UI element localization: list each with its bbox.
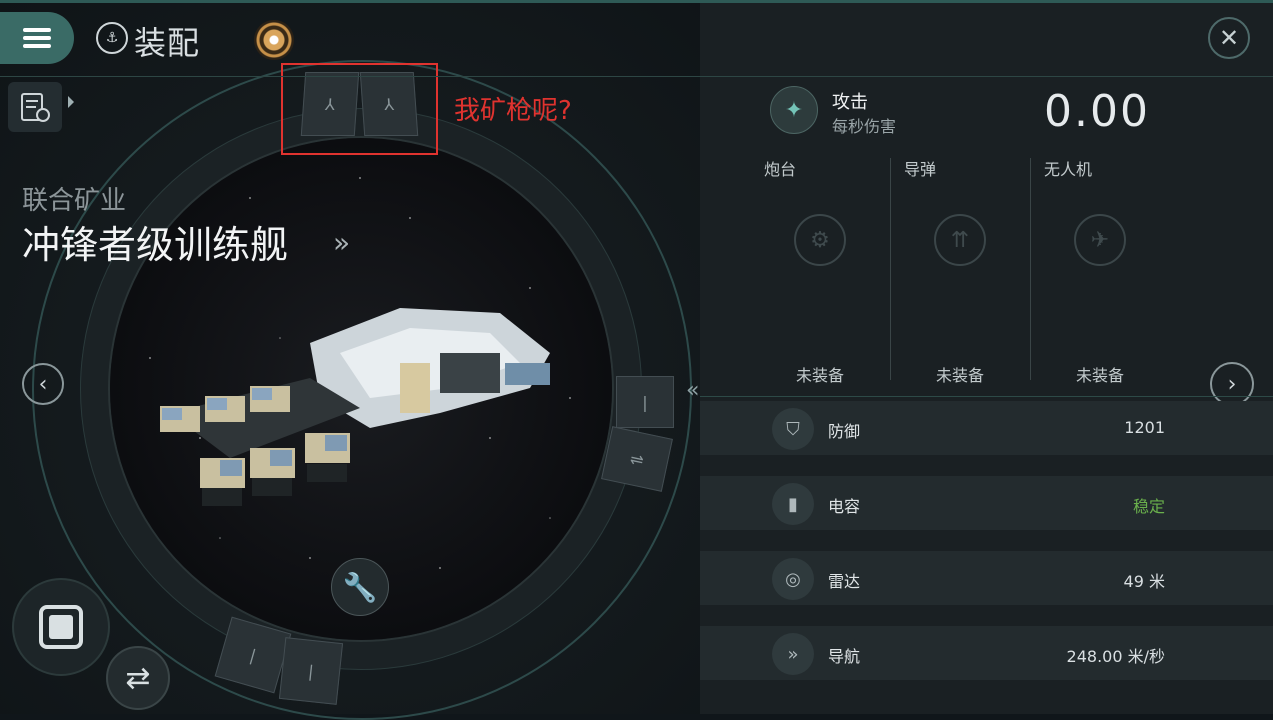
- bottom-slot-2[interactable]: |: [278, 637, 344, 705]
- stat-value: 49 米: [1123, 572, 1165, 591]
- weapon-turret[interactable]: 炮台 ⚙ 未装备: [750, 150, 890, 385]
- stat-label: 雷达: [828, 572, 861, 591]
- attack-sublabel: 每秒伤害: [832, 117, 897, 136]
- rig-slot-icon: ⇌: [628, 448, 646, 470]
- stat-value: 1201: [1124, 418, 1165, 437]
- weapon-status: 未装备: [935, 366, 984, 385]
- weapon-status: 未装备: [795, 366, 844, 385]
- status-orb-icon[interactable]: [254, 20, 294, 60]
- stat-value: 248.00 米/秒: [1066, 647, 1165, 666]
- stat-row-defense[interactable]: ⛉ 防御 1201: [700, 401, 1273, 455]
- stat-row-navigation[interactable]: » 导航 248.00 米/秒: [700, 626, 1273, 680]
- attack-icon: ✦: [770, 86, 818, 134]
- switch-button[interactable]: ⇄: [106, 646, 170, 710]
- fit-ship-button[interactable]: 🔧: [331, 558, 389, 616]
- expand-arrow-icon[interactable]: [68, 96, 74, 108]
- shield-icon: ⛉: [772, 408, 814, 450]
- weapon-status: 未装备: [1075, 366, 1124, 385]
- stat-row-radar[interactable]: ◎ 雷达 49 米: [700, 551, 1273, 605]
- weapon-missile[interactable]: 导弹 ⇈ 未装备: [890, 150, 1030, 385]
- menu-button[interactable]: [0, 12, 74, 64]
- top-accent-line: [0, 0, 1273, 3]
- menu-icon: [23, 24, 51, 52]
- chevron-right-icon: ›: [1227, 371, 1237, 397]
- navigation-icon: »: [772, 633, 814, 675]
- row-gap: [700, 455, 1273, 476]
- collapse-panel-icon[interactable]: «: [686, 378, 699, 403]
- row-gap: [700, 605, 1273, 626]
- low-slot-1[interactable]: |: [616, 376, 674, 428]
- swap-icon: ⇄: [125, 660, 151, 696]
- previous-ship-button[interactable]: ‹: [22, 363, 64, 405]
- radar-icon: ◎: [772, 558, 814, 600]
- stat-label: 防御: [828, 422, 861, 441]
- modules-button[interactable]: [12, 578, 110, 676]
- stat-row-capacitor[interactable]: ▮ 电容 稳定: [700, 476, 1273, 530]
- weapon-summary: 炮台 ⚙ 未装备 导弹 ⇈ 未装备 无人机 ✈ 未装备: [750, 150, 1173, 385]
- header-divider: [0, 76, 1273, 77]
- wrench-icon: 🔧: [342, 570, 378, 604]
- weapon-drone[interactable]: 无人机 ✈ 未装备: [1030, 150, 1170, 385]
- attack-label: 攻击: [832, 92, 868, 113]
- slot-marker-icon: |: [247, 645, 259, 665]
- stat-label: 电容: [828, 497, 861, 516]
- dps-value: 0.00: [1044, 86, 1150, 137]
- row-gap: [700, 530, 1273, 551]
- ship-details-arrow-icon[interactable]: »: [333, 226, 350, 259]
- slot-marker-icon: |: [307, 661, 315, 681]
- weapon-label: 炮台: [764, 160, 797, 179]
- chip-icon: [39, 605, 83, 649]
- close-button[interactable]: ✕: [1208, 17, 1250, 59]
- drone-icon: ✈: [1074, 214, 1126, 266]
- weapon-label: 无人机: [1044, 160, 1093, 179]
- stats-divider: [700, 396, 1273, 397]
- ship-fitting-icon: ⚓: [96, 22, 128, 54]
- stat-label: 导航: [828, 647, 861, 666]
- ship-name[interactable]: 冲锋者级训练舰: [22, 214, 288, 269]
- chevron-left-icon: ‹: [38, 371, 48, 397]
- ship-corporation: 联合矿业: [22, 186, 127, 216]
- turret-icon: ⚙: [794, 214, 846, 266]
- slot-marker-icon: |: [642, 392, 648, 412]
- stat-value: 稳定: [1132, 497, 1165, 516]
- fitting-list-icon: [21, 93, 50, 122]
- page-title: 装配: [134, 24, 201, 62]
- weapon-label: 导弹: [904, 160, 937, 179]
- capacitor-icon: ▮: [772, 483, 814, 525]
- next-page-button[interactable]: ›: [1210, 362, 1254, 406]
- annotation-text: 我矿枪呢?: [454, 96, 572, 126]
- close-icon: ✕: [1218, 24, 1240, 52]
- saved-fittings-button[interactable]: [8, 82, 62, 132]
- missile-icon: ⇈: [934, 214, 986, 266]
